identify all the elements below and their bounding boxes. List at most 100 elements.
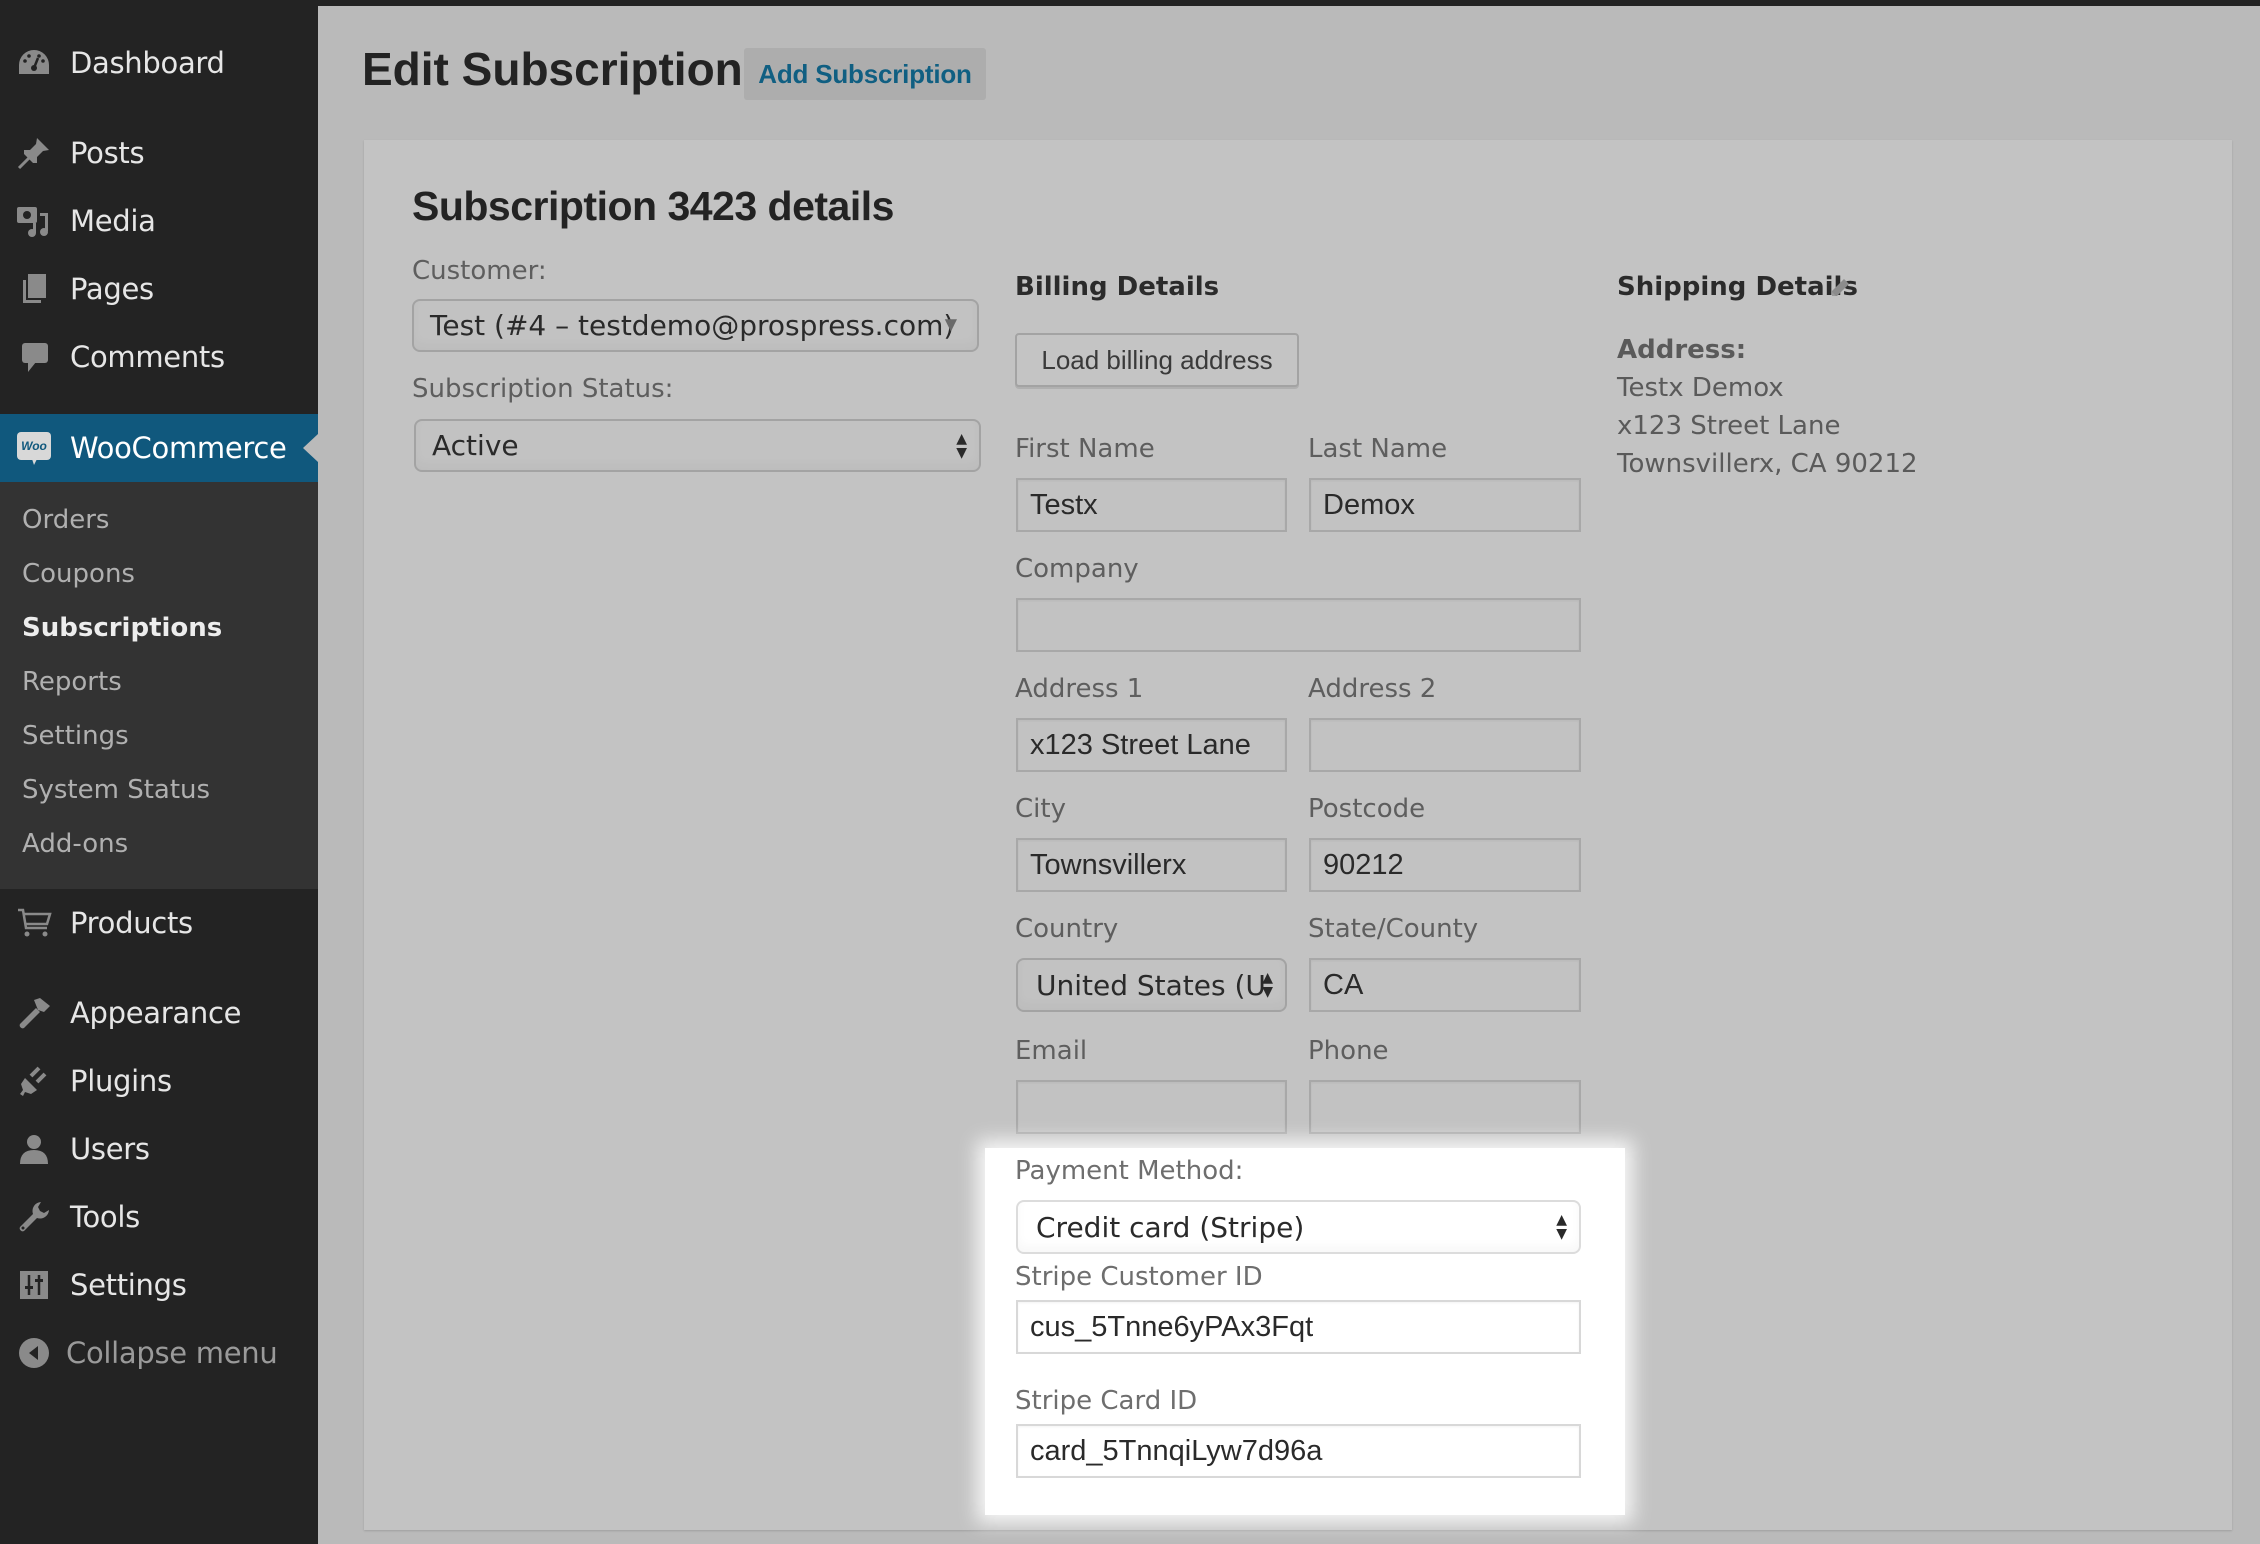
select-updown-icon: ▲ ▼ [1556, 1212, 1567, 1242]
select-updown-icon: ▲ ▼ [1262, 970, 1273, 1000]
dropdown-caret-icon: ▼ [944, 314, 957, 334]
subscription-status-value: Active [432, 429, 519, 462]
sidebar-item-appearance[interactable]: Appearance [0, 983, 318, 1043]
user-icon [16, 1131, 52, 1167]
add-subscription-button[interactable]: Add Subscription [744, 48, 986, 100]
media-icon [16, 203, 52, 239]
shipping-address-label: Address: [1617, 335, 1747, 365]
cart-icon [16, 905, 52, 941]
page-title: Edit Subscription [362, 43, 743, 95]
collapse-menu-button[interactable]: Collapse menu [0, 1323, 318, 1383]
first-name-input[interactable] [1016, 478, 1287, 532]
sidebar-item-dashboard[interactable]: Dashboard [0, 33, 318, 93]
admin-sidebar: Dashboard Posts Media Pages Comments Woo… [0, 0, 318, 1544]
stripe-customer-id-input[interactable] [1016, 1300, 1581, 1354]
submenu-item-add-ons[interactable]: Add-ons [22, 829, 128, 859]
city-label: City [1015, 794, 1066, 824]
load-billing-address-button[interactable]: Load billing address [1015, 333, 1299, 387]
sidebar-item-label: Comments [70, 340, 225, 374]
address2-input[interactable] [1309, 718, 1581, 772]
sidebar-item-label: Products [70, 906, 193, 940]
company-label: Company [1015, 554, 1139, 584]
stripe-card-id-label: Stripe Card ID [1015, 1386, 1198, 1416]
sidebar-item-products[interactable]: Products [0, 893, 318, 953]
submenu-item-subscriptions[interactable]: Subscriptions [22, 613, 222, 643]
address1-input[interactable] [1016, 718, 1287, 772]
state-input[interactable] [1309, 958, 1581, 1012]
sidebar-item-label: WooCommerce [70, 431, 287, 465]
sidebar-item-woocommerce[interactable]: Woo WooCommerce [0, 418, 318, 478]
country-select[interactable]: United States (U ▲ ▼ [1016, 958, 1287, 1012]
last-name-label: Last Name [1308, 434, 1448, 464]
sidebar-item-label: Media [70, 204, 156, 238]
stripe-customer-id-label: Stripe Customer ID [1015, 1262, 1263, 1292]
city-input[interactable] [1016, 838, 1287, 892]
sidebar-item-label: Collapse menu [66, 1336, 278, 1370]
sidebar-item-posts[interactable]: Posts [0, 123, 318, 183]
sidebar-item-label: Settings [70, 1268, 187, 1302]
select-updown-icon: ▲ ▼ [956, 430, 967, 461]
submenu-item-system-status[interactable]: System Status [22, 775, 210, 805]
sidebar-item-label: Dashboard [70, 46, 225, 80]
first-name-label: First Name [1015, 434, 1155, 464]
customer-label: Customer: [412, 256, 547, 286]
paintbrush-icon [16, 995, 52, 1031]
sidebar-item-media[interactable]: Media [0, 191, 318, 251]
edit-pencil-icon[interactable] [1828, 276, 1852, 304]
sidebar-item-label: Posts [70, 136, 145, 170]
shipping-address-line: Townsvillerx, CA 90212 [1617, 449, 1918, 479]
postcode-label: Postcode [1308, 794, 1426, 824]
shipping-address-line: Testx Demox [1617, 373, 1784, 403]
payment-method-label: Payment Method: [1015, 1156, 1244, 1186]
sidebar-item-label: Tools [70, 1200, 140, 1234]
sidebar-item-label: Pages [70, 272, 154, 306]
phone-label: Phone [1308, 1036, 1389, 1066]
submenu-item-reports[interactable]: Reports [22, 667, 122, 697]
woo-icon: Woo [16, 430, 52, 466]
customer-select[interactable]: Test (#4 – testdemo@prospress.com) ▼ [412, 299, 979, 352]
stripe-card-id-input[interactable] [1016, 1424, 1581, 1478]
country-select-value: United States (U [1036, 968, 1266, 1002]
collapse-icon [16, 1335, 52, 1371]
sidebar-item-comments[interactable]: Comments [0, 327, 318, 387]
state-label: State/County [1308, 914, 1479, 944]
dashboard-icon [16, 45, 52, 81]
sidebar-item-pages[interactable]: Pages [0, 259, 318, 319]
email-label: Email [1015, 1036, 1088, 1066]
customer-select-value: Test (#4 – testdemo@prospress.com) [430, 309, 955, 342]
sidebar-item-label: Plugins [70, 1064, 172, 1098]
shipping-address-line: x123 Street Lane [1617, 411, 1841, 441]
wrench-icon [16, 1199, 52, 1235]
comment-icon [16, 339, 52, 375]
woo-icon-text: Woo [21, 439, 47, 453]
submenu-item-settings[interactable]: Settings [22, 721, 129, 751]
sidebar-item-tools[interactable]: Tools [0, 1187, 318, 1247]
subscription-status-label: Subscription Status: [412, 374, 674, 404]
settings-icon [16, 1267, 52, 1303]
postcode-input[interactable] [1309, 838, 1581, 892]
sidebar-item-plugins[interactable]: Plugins [0, 1051, 318, 1111]
sidebar-item-label: Users [70, 1132, 150, 1166]
payment-method-select[interactable]: Credit card (Stripe) ▲ ▼ [1016, 1200, 1581, 1254]
sidebar-item-users[interactable]: Users [0, 1119, 318, 1179]
sidebar-item-settings[interactable]: Settings [0, 1255, 318, 1315]
plug-icon [16, 1063, 52, 1099]
submenu-item-orders[interactable]: Orders [22, 505, 109, 535]
billing-details-heading: Billing Details [1015, 272, 1220, 302]
subscription-details-title: Subscription 3423 details [412, 183, 894, 229]
last-name-input[interactable] [1309, 478, 1581, 532]
address1-label: Address 1 [1015, 674, 1144, 704]
company-input[interactable] [1016, 598, 1581, 652]
pages-icon [16, 271, 52, 307]
email-input[interactable] [1016, 1080, 1287, 1134]
submenu-item-coupons[interactable]: Coupons [22, 559, 135, 589]
admin-top-bar [0, 0, 2260, 6]
phone-input[interactable] [1309, 1080, 1581, 1134]
sidebar-item-label: Appearance [70, 996, 242, 1030]
subscription-status-select[interactable]: Active ▲ ▼ [414, 419, 981, 472]
pushpin-icon [16, 135, 52, 171]
shipping-details-heading: Shipping Details [1617, 272, 1858, 302]
payment-method-value: Credit card (Stripe) [1036, 1210, 1305, 1244]
country-label: Country [1015, 914, 1119, 944]
address2-label: Address 2 [1308, 674, 1437, 704]
